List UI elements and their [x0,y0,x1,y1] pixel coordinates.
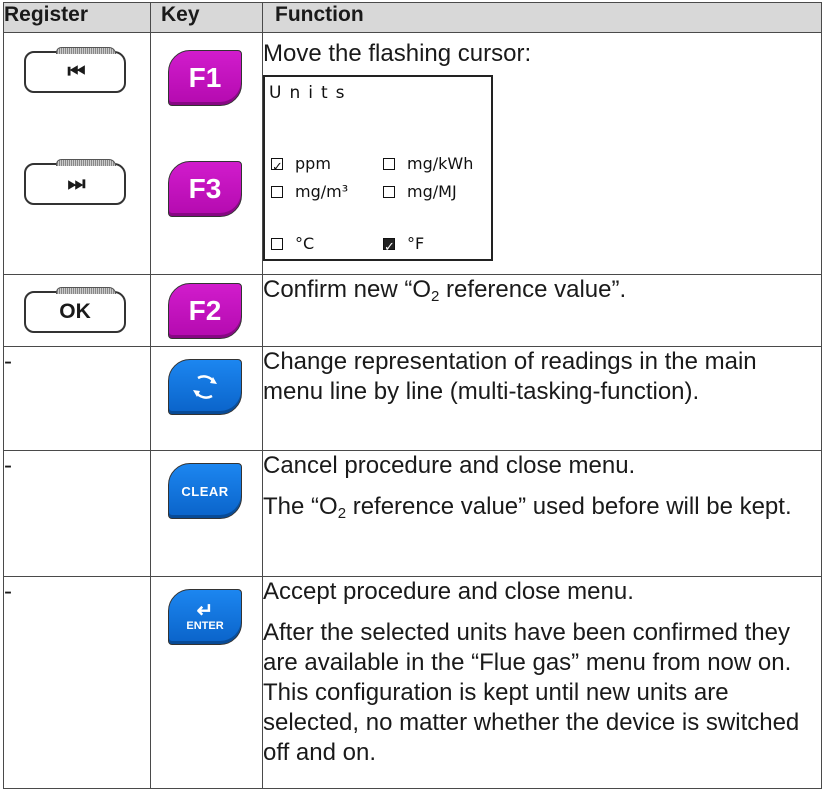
f2-key-label: F2 [188,295,222,326]
function-text: Accept procedure and close menu. [263,578,634,605]
skip-forward-icon: ⏭ [67,172,86,195]
function-cell: Change representation of readings in the… [262,346,822,451]
option-celsius[interactable]: °C [271,229,314,259]
register-cell: - [3,450,151,577]
function-table: Register Key Function ⏮ ⏭ F1 F3 Move the… [3,2,822,789]
units-title: Units [269,83,353,103]
units-display: Units ppm mg/kWh mg/m³ [263,75,493,263]
header-function: Function [262,2,822,33]
header-key: Key [150,2,263,33]
function-text: After the selected units have been confi… [263,619,800,766]
function-text: Confirm new “O2 reference value”. [263,276,627,305]
clear-key[interactable]: CLEAR [168,463,242,519]
key-cell: CLEAR [150,450,263,577]
f2-key[interactable]: F2 [168,283,242,339]
clear-key-label: CLEAR [181,483,229,499]
table-row: - Change representation of readings in t… [3,346,822,451]
enter-key-label: ENTER [186,620,224,632]
option-label: mg/MJ [407,182,457,201]
f1-key[interactable]: F1 [168,50,242,106]
function-text: Change representation of readings in the… [263,348,757,405]
option-mg-mj[interactable]: mg/MJ [383,177,457,207]
option-label: ppm [295,154,331,173]
f3-key-label: F3 [188,173,222,204]
checkbox-empty-icon [383,158,395,170]
register-cell: ⏮ ⏭ [3,32,151,275]
function-cell: Accept procedure and close menu. After t… [262,576,822,789]
enter-key[interactable]: ↵ ENTER [168,589,242,645]
ok-label: OK [59,300,91,323]
register-cell: - [3,346,151,451]
skip-forward-register-button[interactable]: ⏭ [24,159,126,205]
cycle-key[interactable] [168,359,242,415]
table-row: OK F2 Confirm new “O2 reference value”. [3,274,822,347]
function-text: Cancel procedure and close menu. [263,452,636,479]
key-cell: F2 [150,274,263,347]
refresh-cycle-icon [193,375,217,399]
f3-key[interactable]: F3 [168,161,242,217]
checkbox-checked-icon [271,153,283,183]
checkbox-empty-icon [271,186,283,198]
table-row: - ↵ ENTER Accept procedure and close men… [3,576,822,789]
option-ppm[interactable]: ppm [271,149,331,183]
key-cell: F1 F3 [150,32,263,275]
key-cell [150,346,263,451]
function-cell: Cancel procedure and close menu. The “O2… [262,450,822,577]
skip-back-icon: ⏮ [67,60,86,83]
function-text: Move the flashing cursor: [263,40,532,67]
option-fahrenheit[interactable]: °F [383,229,425,263]
option-label: °C [295,234,315,253]
register-cell: OK [3,274,151,347]
enter-arrow-icon: ↵ [196,600,214,622]
option-label: °F [407,234,425,253]
option-label: mg/kWh [407,154,474,173]
table-row: ⏮ ⏭ F1 F3 Move the flashing cursor: Unit… [3,32,822,275]
register-cell: - [3,576,151,789]
option-mg-kwh[interactable]: mg/kWh [383,149,473,179]
table-row: - CLEAR Cancel procedure and close menu.… [3,450,822,577]
function-cell: Confirm new “O2 reference value”. [262,274,822,347]
f1-key-label: F1 [188,62,222,93]
header-register: Register [3,2,151,33]
key-cell: ↵ ENTER [150,576,263,789]
option-mg-m3[interactable]: mg/m³ [271,177,348,207]
function-cell: Move the flashing cursor: Units ppm mg/k… [262,32,822,275]
checkbox-highlighted-icon [383,233,395,263]
table-header-row: Register Key Function [3,2,822,33]
ok-register-button[interactable]: OK [24,287,126,333]
skip-back-register-button[interactable]: ⏮ [24,47,126,93]
function-text: The “O2 reference value” used before wil… [263,493,792,522]
checkbox-empty-icon [271,238,283,250]
option-label: mg/m³ [295,182,349,201]
checkbox-empty-icon [383,186,395,198]
